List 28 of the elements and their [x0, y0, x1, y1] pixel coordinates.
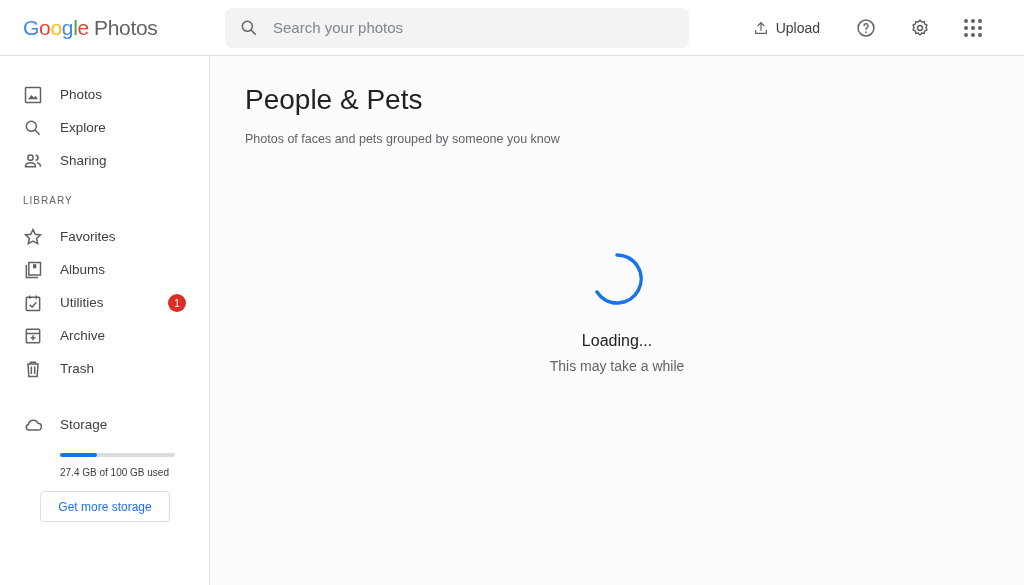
nav-item[interactable]: Albums [0, 253, 201, 286]
photo-icon [23, 84, 43, 105]
storage-usage-text: 27.4 GB of 100 GB used [60, 467, 170, 478]
storage-item[interactable]: Storage [0, 408, 201, 441]
notification-badge: 1 [168, 294, 186, 312]
nav-item[interactable]: Favorites [0, 220, 201, 253]
section-heading: LIBRARY [22, 194, 74, 208]
nav-item[interactable]: Sharing [0, 144, 201, 177]
nav-item[interactable]: Utilities 1 [0, 286, 201, 319]
upload-icon [752, 19, 769, 36]
settings-icon [910, 17, 930, 38]
star-icon [23, 226, 43, 247]
nav-item[interactable]: Trash [0, 352, 201, 385]
search-field[interactable]: Search your photos [225, 7, 689, 48]
loading-note: This may take a while [549, 358, 685, 374]
upload-button[interactable]: Upload [744, 13, 828, 42]
loading-text: Loading... [581, 332, 653, 350]
help-icon [856, 17, 876, 38]
page-subtitle: Photos of faces and pets grouped by someone you know [245, 132, 560, 146]
logo-product-name: Photos [94, 15, 158, 40]
nav-item[interactable]: Archive [0, 319, 201, 352]
logo-wordmark[interactable]: Google [23, 15, 89, 40]
nav-item[interactable]: Photos [0, 78, 201, 111]
apps-grid-icon [964, 18, 982, 37]
album-icon [23, 259, 43, 280]
page-title: People & Pets [245, 84, 423, 116]
nav-item[interactable]: Explore [0, 111, 201, 144]
get-more-storage-button[interactable]: Get more storage [40, 491, 170, 522]
